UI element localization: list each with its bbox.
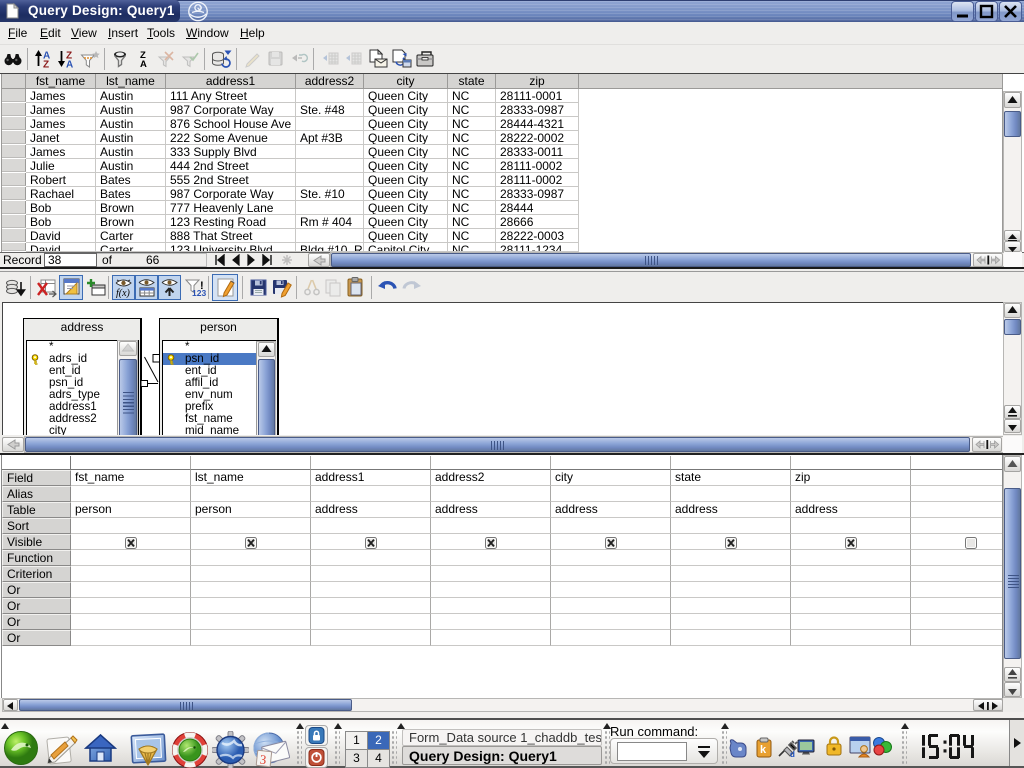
- svg-text:!: !: [200, 280, 204, 292]
- svg-text:Z: Z: [43, 60, 49, 69]
- svg-text:A: A: [140, 59, 147, 68]
- svg-text:123: 123: [192, 288, 206, 298]
- svg-text:k: k: [760, 744, 767, 756]
- svg-text:A: A: [66, 60, 73, 69]
- svg-text:f(x): f(x): [116, 288, 131, 298]
- svg-text:d: d: [790, 750, 795, 759]
